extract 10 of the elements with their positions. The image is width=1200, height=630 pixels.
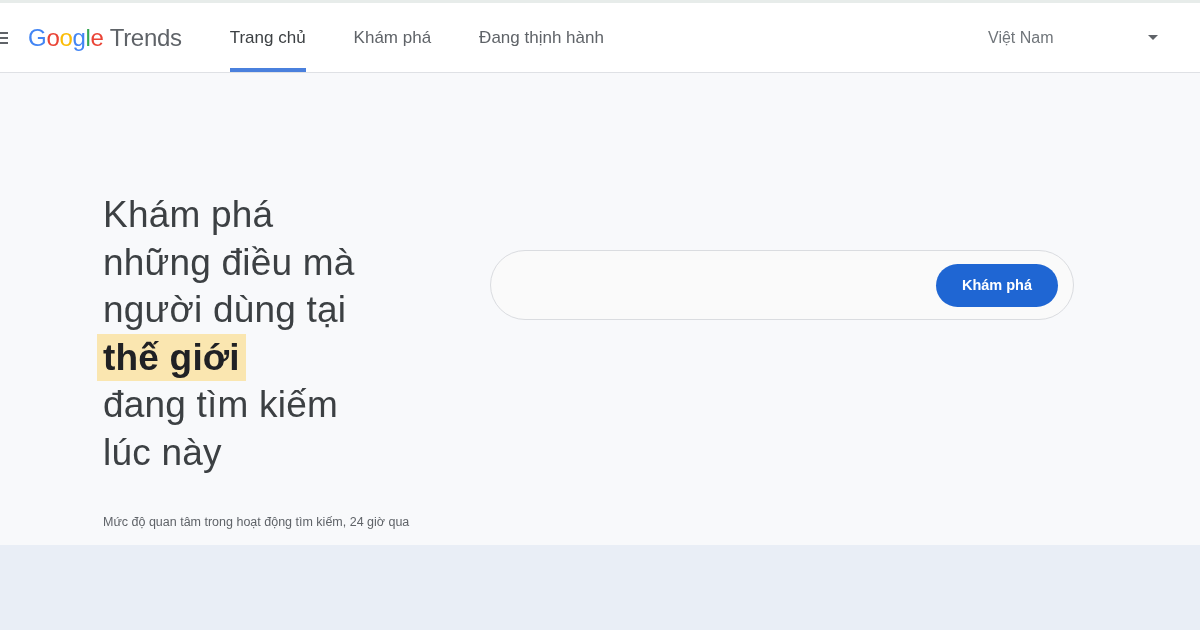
- nav-tab[interactable]: Đang thịnh hành: [479, 3, 604, 72]
- menu-icon[interactable]: [0, 31, 8, 44]
- explore-button[interactable]: Khám phá: [936, 263, 1058, 307]
- nav-tab[interactable]: Khám phá: [353, 3, 432, 72]
- caret-icon: [1148, 35, 1158, 40]
- search-field[interactable]: Khám phá: [490, 250, 1074, 320]
- country-dropdown[interactable]: Việt Nam: [988, 21, 1158, 54]
- headline: Khám phá những điều mà người dùng tại thế giới đang tìm kiếm lúc này: [97, 191, 385, 476]
- google-trends-logo[interactable]: Google Trends: [28, 23, 182, 52]
- caption: Mức độ quan tâm trong hoạt động tìm kiếm, 24 giờ qua: [103, 514, 410, 530]
